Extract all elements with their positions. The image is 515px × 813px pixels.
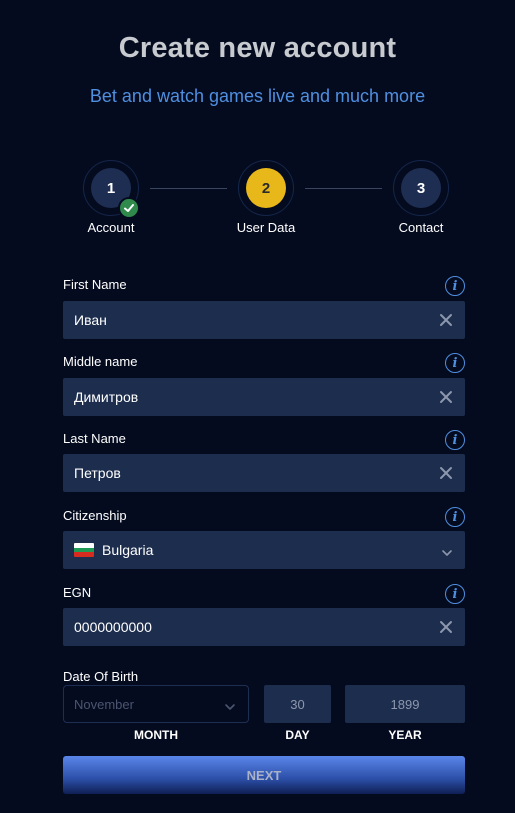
chevron-down-icon bbox=[224, 700, 236, 715]
info-icon[interactable]: i bbox=[445, 353, 465, 373]
dob-day-field[interactable]: 30 bbox=[264, 685, 331, 723]
close-icon[interactable] bbox=[436, 310, 456, 330]
dob-month-placeholder: November bbox=[74, 696, 134, 712]
citizenship-label: Citizenship bbox=[63, 508, 127, 523]
close-icon[interactable] bbox=[436, 463, 456, 483]
dob-day-caption: DAY bbox=[285, 728, 310, 742]
step-user-data[interactable]: 2 User Data bbox=[211, 160, 321, 235]
first-name-field[interactable]: Иван bbox=[63, 301, 465, 339]
progress-stepper: 1 Account 2 User Data 3 Contact bbox=[0, 160, 515, 240]
step-label: Contact bbox=[398, 220, 444, 235]
page-subtitle: Bet and watch games live and much more bbox=[89, 86, 426, 106]
dob-month-select[interactable]: November bbox=[63, 685, 249, 723]
dob-month-caption: MONTH bbox=[134, 728, 178, 742]
step-ring: 2 bbox=[238, 160, 294, 216]
step-label: User Data bbox=[236, 220, 296, 235]
egn-label: EGN bbox=[63, 585, 92, 600]
last-name-label: Last Name bbox=[63, 431, 126, 446]
first-name-label: First Name bbox=[63, 277, 127, 292]
citizenship-select[interactable]: Bulgaria bbox=[63, 531, 465, 569]
citizenship-value: Bulgaria bbox=[102, 542, 154, 558]
dob-year-field[interactable]: 1899 bbox=[345, 685, 465, 723]
page-title: Create new account bbox=[118, 32, 397, 64]
close-icon[interactable] bbox=[436, 617, 456, 637]
step-ring: 3 bbox=[393, 160, 449, 216]
info-icon[interactable]: i bbox=[445, 430, 465, 450]
step-number: 2 bbox=[246, 168, 286, 208]
last-name-value: Петров bbox=[74, 465, 121, 481]
check-icon bbox=[118, 197, 140, 219]
dob-label: Date Of Birth bbox=[63, 669, 139, 684]
last-name-field[interactable]: Петров bbox=[63, 454, 465, 492]
info-icon[interactable]: i bbox=[445, 584, 465, 604]
step-ring: 1 bbox=[83, 160, 140, 219]
egn-field[interactable]: 0000000000 bbox=[63, 608, 465, 646]
first-name-value: Иван bbox=[74, 312, 107, 328]
egn-value: 0000000000 bbox=[74, 619, 152, 635]
middle-name-label: Middle name bbox=[63, 354, 138, 369]
step-number: 3 bbox=[401, 168, 441, 208]
close-icon[interactable] bbox=[436, 387, 456, 407]
info-icon[interactable]: i bbox=[445, 276, 465, 296]
dob-year-caption: YEAR bbox=[388, 728, 422, 742]
step-label: Account bbox=[87, 220, 135, 235]
bulgaria-flag-icon bbox=[74, 543, 94, 557]
step-contact[interactable]: 3 Contact bbox=[366, 160, 476, 235]
step-account[interactable]: 1 Account bbox=[56, 160, 166, 235]
middle-name-field[interactable]: Димитров bbox=[63, 378, 465, 416]
middle-name-value: Димитров bbox=[74, 389, 139, 405]
info-icon[interactable]: i bbox=[445, 507, 465, 527]
next-button[interactable]: NEXT bbox=[63, 756, 465, 794]
chevron-down-icon[interactable] bbox=[441, 545, 453, 561]
